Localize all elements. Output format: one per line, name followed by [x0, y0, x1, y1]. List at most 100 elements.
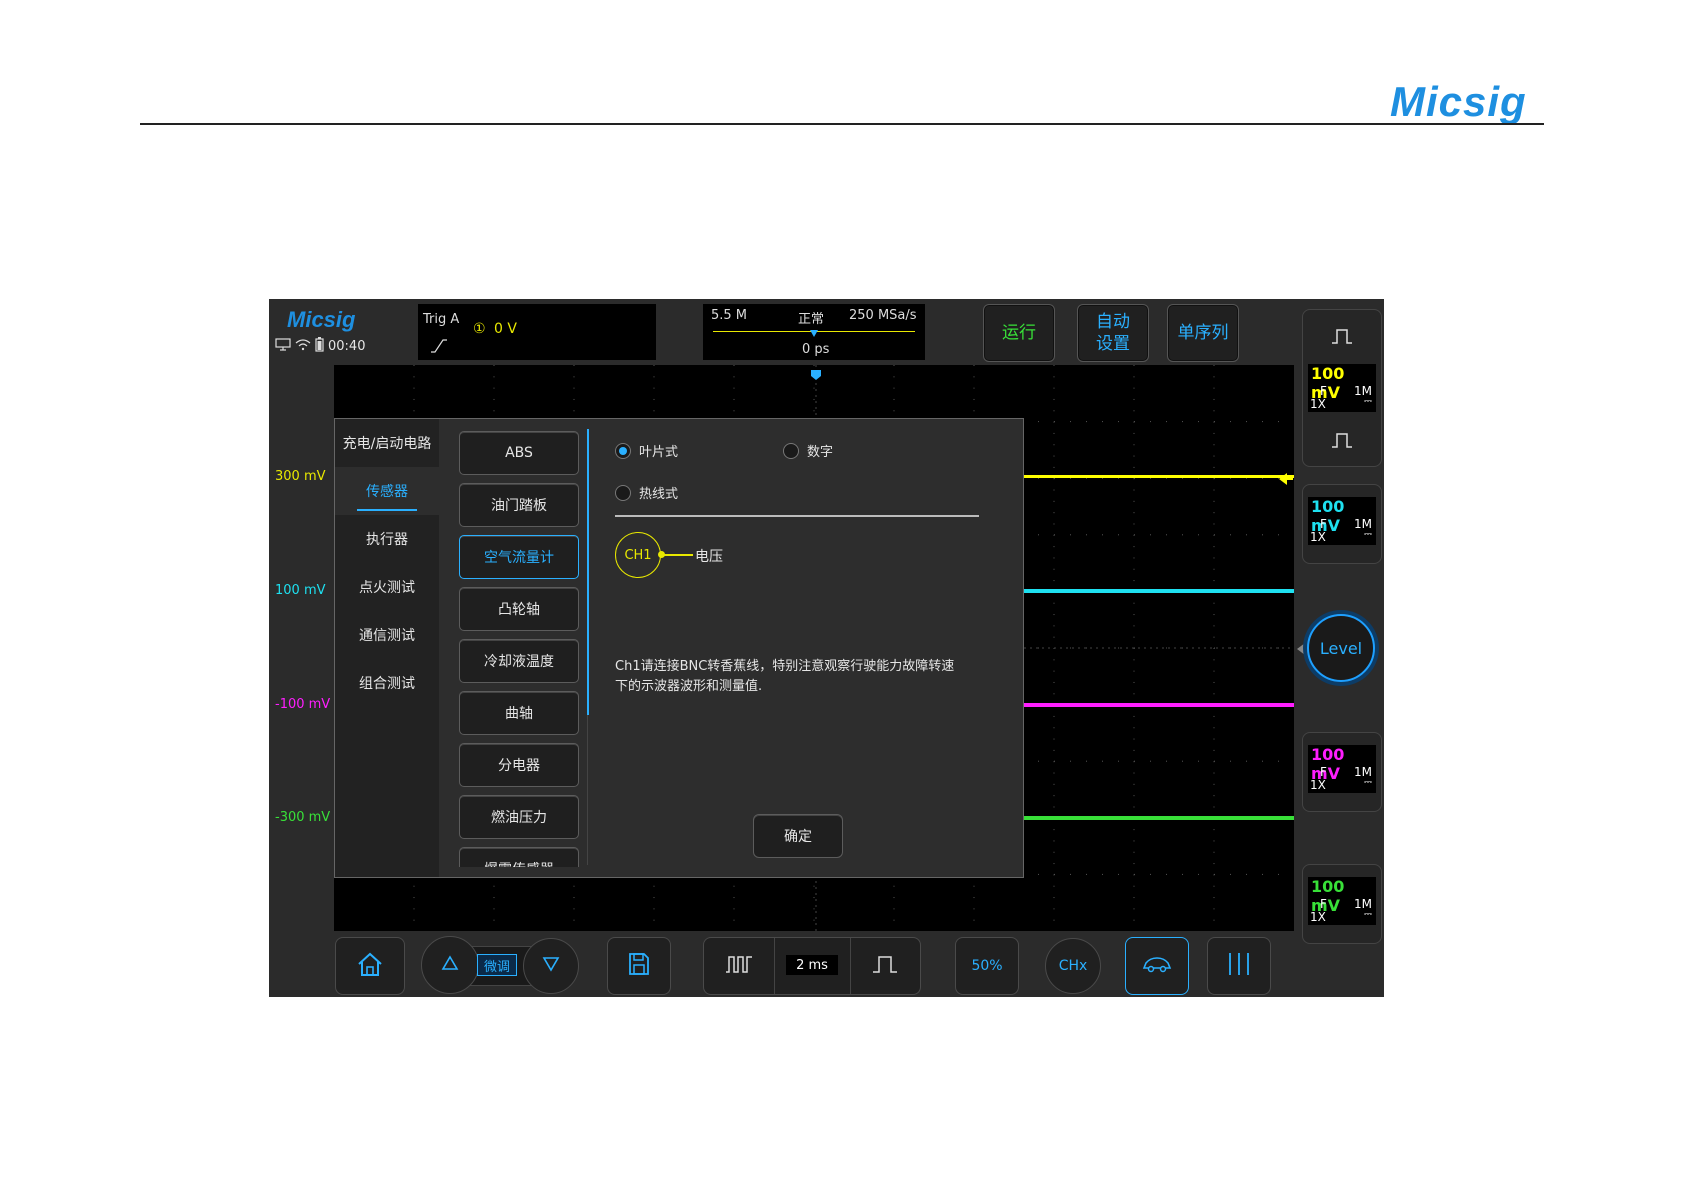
sub-item-throttle[interactable]: 油门踏板	[459, 483, 579, 527]
automotive-button[interactable]	[1125, 937, 1189, 995]
triangle-down-icon	[542, 956, 560, 976]
timebase-increase-button[interactable]	[850, 938, 920, 994]
cursor-button[interactable]	[1207, 937, 1271, 995]
sub-item-camshaft[interactable]: 凸轮轴	[459, 587, 579, 631]
trigger-offset: 0 ps	[802, 342, 830, 357]
run-button[interactable]: 运行	[983, 304, 1055, 362]
timebase-position-marker	[810, 327, 818, 342]
trigger-level: 0 V	[494, 321, 517, 337]
ch1-dc-icon: ⎓	[1364, 396, 1372, 407]
trigger-value: ① 0 V	[473, 321, 517, 337]
sub-item-knock-sensor[interactable]: 爆震传感器	[459, 847, 579, 867]
sub-item-crankshaft[interactable]: 曲轴	[459, 691, 579, 735]
status-bar: 00:40	[275, 337, 365, 356]
wide-pulse-icon	[872, 955, 898, 977]
level-knob[interactable]: Level	[1307, 614, 1375, 682]
option-vane[interactable]: 叶片式	[615, 441, 678, 460]
fine-down-button[interactable]	[523, 938, 579, 994]
sub-item-list[interactable]: ABS 油门踏板 空气流量计 凸轮轴 冷却液温度 曲轴 分电器 燃油压力 爆震传…	[335, 419, 595, 867]
ch1-trace	[1022, 475, 1294, 478]
automotive-dialog: 充电/启动电路 传感器 执行器 点火测试 通信测试 组合测试 ABS 油门踏板 …	[334, 418, 1024, 878]
ch4-scale-box[interactable]: 100 mV F 1M 1X ⎓	[1308, 877, 1376, 925]
ch1-probe-badge: CH1	[615, 532, 661, 578]
trigger-time-marker[interactable]	[811, 365, 821, 384]
ch3-coupling: F	[1320, 765, 1327, 779]
probe-wire	[661, 554, 693, 556]
ch2-scale-box[interactable]: 100 mV F 1M 1X ⎓	[1308, 497, 1376, 545]
car-icon	[1142, 955, 1172, 977]
timebase-decrease-button[interactable]	[704, 938, 774, 994]
trigger-channel-mark: ①	[473, 321, 486, 337]
ch4-dc-icon: ⎓	[1364, 909, 1372, 920]
sub-item-abs[interactable]: ABS	[459, 431, 579, 475]
single-button[interactable]: 单序列	[1167, 304, 1239, 362]
rising-edge-icon	[430, 338, 448, 357]
ch2-panel[interactable]: 100 mV F 1M 1X ⎓	[1302, 484, 1382, 564]
ch2-probe: 1X	[1310, 530, 1326, 544]
save-icon	[627, 951, 651, 981]
ch4-trace	[1022, 816, 1294, 820]
timebase-info[interactable]: 5.5 M 正常 250 MSa/s 0 ps	[703, 304, 925, 360]
sub-item-distributor[interactable]: 分电器	[459, 743, 579, 787]
timebase-value: 2 ms	[786, 955, 838, 975]
timebase-divider-left	[774, 938, 775, 994]
instruction-text: Ch1请连接BNC转香蕉线，特别注意观察行驶能力故障转速 下的示波器波形和测量值…	[615, 657, 995, 697]
cursor-lines-icon	[1226, 952, 1252, 980]
home-icon	[356, 951, 384, 981]
fine-up-button[interactable]	[421, 936, 479, 994]
ch4-probe: 1X	[1310, 910, 1326, 924]
ch3-scale-box[interactable]: 100 mV F 1M 1X ⎓	[1308, 745, 1376, 793]
axis-label-minus-100mv: -100 mV	[275, 697, 331, 712]
list-divider	[587, 715, 588, 865]
ch1-scale-box[interactable]: 100 mV F 1M 1X ⎓	[1308, 364, 1376, 412]
acquire-mode: 正常	[798, 312, 825, 327]
ch3-dc-icon: ⎓	[1364, 777, 1372, 788]
fifty-percent-button[interactable]: 50%	[955, 937, 1019, 995]
ch3-probe: 1X	[1310, 778, 1326, 792]
confirm-button[interactable]: 确定	[753, 814, 843, 858]
sub-item-maf[interactable]: 空气流量计	[459, 535, 579, 579]
option-hotwire[interactable]: 热线式	[615, 483, 678, 502]
top-rule	[140, 123, 1544, 125]
list-scrollbar[interactable]	[587, 429, 589, 715]
ch1-panel[interactable]: 100 mV F 1M 1X ⎓	[1302, 309, 1382, 467]
option-digital-label: 数字	[807, 445, 834, 460]
triangle-up-icon	[441, 955, 459, 975]
fine-adjust-label: 微调	[477, 954, 517, 976]
trigger-title: Trig A	[423, 312, 460, 327]
options-divider	[615, 515, 979, 517]
level-arrow-icon	[1297, 640, 1305, 659]
radio-vane[interactable]	[615, 442, 631, 459]
ch2-dc-icon: ⎓	[1364, 529, 1372, 540]
option-vane-label: 叶片式	[639, 445, 679, 460]
trigger-info[interactable]: Trig A ① 0 V	[418, 304, 656, 360]
memory-depth: 5.5 M	[711, 308, 748, 323]
battery-icon	[315, 337, 324, 356]
probe-signal-label: 电压	[695, 549, 723, 565]
instruction-line-1: Ch1请连接BNC转香蕉线，特别注意观察行驶能力故障转速	[615, 659, 955, 674]
sub-item-fuel-pressure[interactable]: 燃油压力	[459, 795, 579, 839]
ch1-probe: 1X	[1310, 397, 1326, 411]
wifi-icon	[295, 338, 311, 355]
option-digital[interactable]: 数字	[783, 441, 833, 460]
ch2-coupling: F	[1320, 517, 1327, 531]
ch4-coupling: F	[1320, 897, 1327, 911]
ch4-panel[interactable]: 100 mV F 1M 1X ⎓	[1302, 864, 1382, 944]
trigger-level-marker[interactable]	[1279, 470, 1293, 489]
timebase-control: 2 ms	[703, 937, 921, 995]
sub-item-coolant-temp[interactable]: 冷却液温度	[459, 639, 579, 683]
oscilloscope-screen: Micsig 00:40 Trig A ① 0 V 5.5 M 正常 250 M…	[269, 299, 1384, 997]
radio-hotwire[interactable]	[615, 484, 631, 501]
page-logo: Micsig	[1390, 78, 1527, 125]
radio-digital[interactable]	[783, 442, 799, 459]
axis-label-300mv: 300 mV	[275, 469, 326, 484]
ch3-panel[interactable]: 100 mV F 1M 1X ⎓	[1302, 732, 1382, 812]
ch1-coupling: F	[1320, 384, 1327, 398]
chx-button[interactable]: CHx	[1045, 938, 1101, 994]
pulse-icon	[1331, 432, 1353, 452]
auto-setup-button[interactable]: 自动 设置	[1077, 304, 1149, 362]
clock-time: 00:40	[328, 339, 366, 354]
save-button[interactable]	[607, 937, 671, 995]
monitor-icon	[275, 338, 291, 355]
home-button[interactable]	[335, 937, 405, 995]
